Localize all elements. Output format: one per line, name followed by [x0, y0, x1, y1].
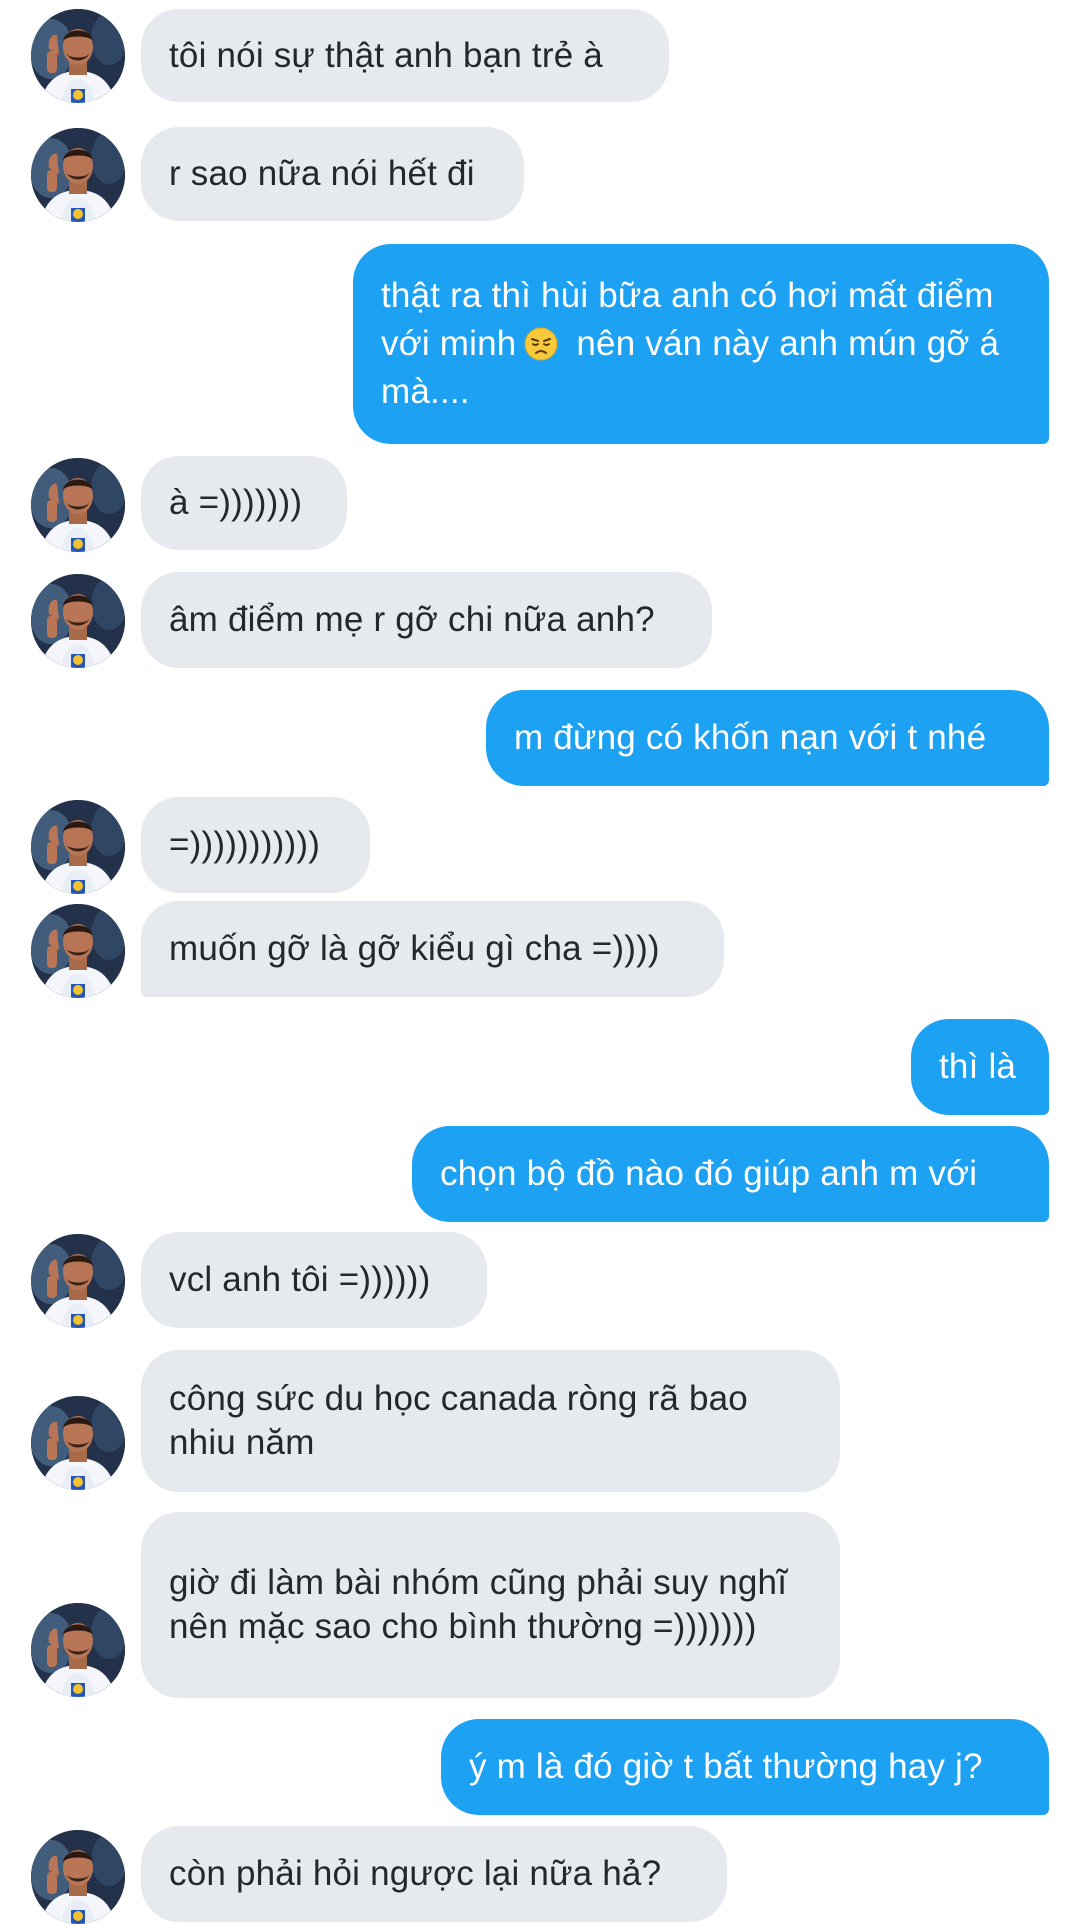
incoming-message[interactable]: à =))))))) [141, 456, 347, 550]
message-text: còn phải hỏi ngược lại nữa hả? [169, 1854, 662, 1893]
avatar-icon [31, 1830, 125, 1924]
message-text: chọn bộ đồ nào đó giúp anh m với [440, 1154, 978, 1193]
contact-avatar[interactable] [31, 800, 125, 894]
contact-avatar[interactable] [31, 1234, 125, 1328]
message-text: công sức du học canada ròng rã bao nhiu … [169, 1379, 748, 1462]
message-text: giờ đi làm bài nhóm cũng phải suy nghĩ n… [169, 1563, 788, 1646]
contact-avatar[interactable] [31, 574, 125, 668]
incoming-message[interactable]: giờ đi làm bài nhóm cũng phải suy nghĩ n… [141, 1512, 840, 1698]
contact-avatar[interactable] [31, 128, 125, 222]
avatar-icon [31, 1603, 125, 1697]
message-text: muốn gỡ là gỡ kiểu gì cha =)))) [169, 929, 660, 968]
avatar-icon [31, 128, 125, 222]
contact-avatar[interactable] [31, 904, 125, 998]
avatar-icon [31, 1396, 125, 1490]
incoming-message[interactable]: muốn gỡ là gỡ kiểu gì cha =)))) [141, 901, 724, 997]
contact-avatar[interactable] [31, 458, 125, 552]
outgoing-message[interactable]: thật ra thì hùi bữa anh có hơi mất điểm … [353, 244, 1049, 444]
conversation-thread[interactable]: tôi nói sự thật anh bạn trẻ à r sao nữa … [0, 0, 1079, 1924]
avatar-icon [31, 1234, 125, 1328]
message-text: âm điểm mẹ r gỡ chi nữa anh? [169, 600, 655, 639]
message-text: tôi nói sự thật anh bạn trẻ à [169, 35, 603, 75]
message-text: thì là [939, 1047, 1017, 1086]
incoming-message[interactable]: r sao nữa nói hết đi [141, 127, 524, 221]
incoming-message[interactable]: âm điểm mẹ r gỡ chi nữa anh? [141, 572, 712, 668]
avatar-icon [31, 458, 125, 552]
incoming-message[interactable]: công sức du học canada ròng rã bao nhiu … [141, 1350, 840, 1492]
message-text: =))))))))))) [169, 825, 321, 864]
disappointed-face-emoji-icon [524, 327, 558, 361]
avatar-icon [31, 904, 125, 998]
outgoing-message[interactable]: m đừng có khốn nạn với t nhé [486, 690, 1049, 786]
contact-avatar[interactable] [31, 1396, 125, 1490]
avatar-icon [31, 9, 125, 103]
outgoing-message[interactable]: thì là [911, 1019, 1049, 1115]
message-text: à =))))))) [169, 483, 303, 522]
message-text: m đừng có khốn nạn với t nhé [514, 718, 987, 757]
message-text: vcl anh tôi =)))))) [169, 1260, 431, 1299]
avatar-icon [31, 800, 125, 894]
message-text: r sao nữa nói hết đi [169, 154, 475, 193]
outgoing-message[interactable]: ý m là đó giờ t bất thường hay j? [441, 1719, 1049, 1815]
outgoing-message[interactable]: chọn bộ đồ nào đó giúp anh m với [412, 1126, 1049, 1222]
message-text-block: thật ra thì hùi bữa anh có hơi mất điểm … [381, 272, 1021, 416]
incoming-message[interactable]: =))))))))))) [141, 797, 370, 893]
contact-avatar[interactable] [31, 1830, 125, 1924]
avatar-icon [31, 574, 125, 668]
message-text: ý m là đó giờ t bất thường hay j? [469, 1747, 983, 1786]
incoming-message[interactable]: còn phải hỏi ngược lại nữa hả? [141, 1826, 727, 1922]
incoming-message[interactable]: tôi nói sự thật anh bạn trẻ à [141, 9, 669, 102]
contact-avatar[interactable] [31, 1603, 125, 1697]
incoming-message[interactable]: vcl anh tôi =)))))) [141, 1232, 487, 1328]
contact-avatar[interactable] [31, 9, 125, 103]
